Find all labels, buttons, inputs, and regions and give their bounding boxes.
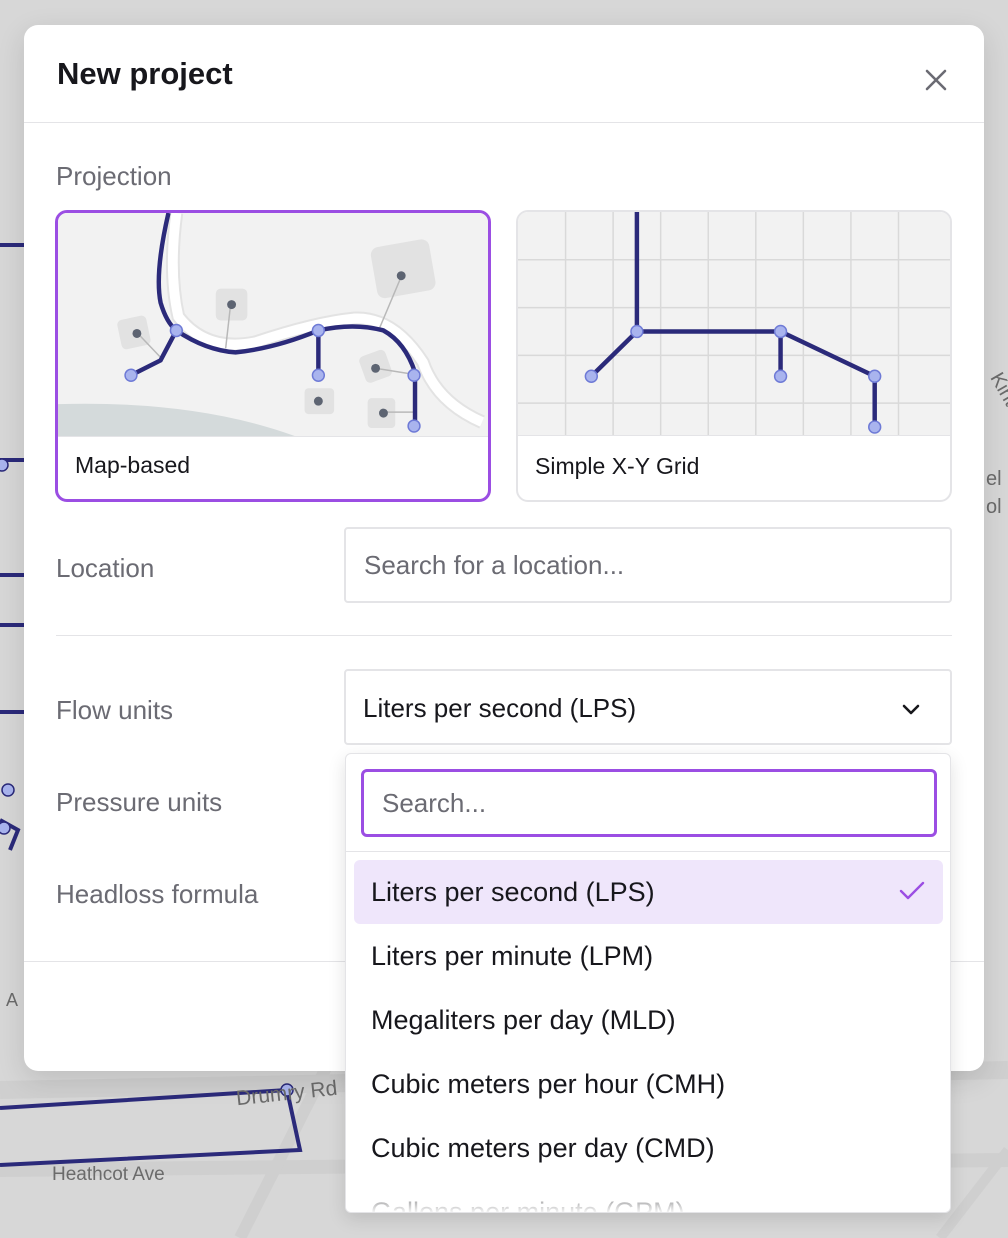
xy-grid-label: Simple X-Y Grid — [535, 453, 700, 479]
close-icon[interactable] — [918, 62, 954, 98]
modal-header: New project — [24, 25, 984, 123]
option-label: Liters per minute (LPM) — [371, 941, 654, 971]
location-label: Location — [56, 553, 155, 583]
map-label-fragment: el — [986, 468, 1002, 490]
dropdown-option[interactable]: Megaliters per day (MLD) — [354, 988, 943, 1052]
map-based-label: Map-based — [75, 452, 191, 478]
option-label: Cubic meters per hour (CMH) — [371, 1069, 726, 1099]
headloss-formula-label: Headloss formula — [56, 879, 259, 909]
flow-units-label: Flow units — [56, 695, 174, 725]
map-label-fragment: ol — [986, 496, 1002, 518]
dropdown-option[interactable]: Gallons per minute (GPM) — [354, 1180, 943, 1213]
option-label: Liters per second (LPS) — [371, 877, 655, 907]
flow-units-select[interactable]: Liters per second (LPS) — [344, 669, 952, 745]
dropdown-option[interactable]: Cubic meters per hour (CMH) — [354, 1052, 943, 1116]
map-preview-illustration — [58, 213, 488, 437]
option-label: Cubic meters per day (CMD) — [371, 1133, 715, 1163]
pressure-units-label: Pressure units — [56, 787, 223, 817]
check-icon — [899, 881, 925, 900]
dropdown-option[interactable]: Liters per second (LPS) — [354, 860, 943, 924]
map-label-fragment: A — [6, 990, 19, 1010]
section-divider — [56, 635, 952, 636]
grid-preview-illustration — [518, 212, 950, 436]
chevron-down-icon — [902, 704, 920, 715]
dropdown-option[interactable]: Cubic meters per day (CMD) — [354, 1116, 943, 1180]
dropdown-option[interactable]: Liters per minute (LPM) — [354, 924, 943, 988]
dropdown-options: Liters per second (LPS) Liters per minut… — [354, 860, 943, 1213]
option-label: Megaliters per day (MLD) — [371, 1005, 676, 1035]
option-label: Gallons per minute (GPM) — [371, 1197, 685, 1213]
street-label: Heathcot Ave — [52, 1164, 165, 1185]
dropdown-search-wrap — [346, 754, 950, 852]
modal-title: New project — [57, 56, 233, 91]
flow-units-value: Liters per second (LPS) — [363, 693, 637, 723]
flow-units-dropdown: Liters per second (LPS) Liters per minut… — [345, 753, 951, 1213]
projection-option-map-based[interactable]: Map-based — [55, 210, 491, 502]
projection-option-xy-grid[interactable]: Simple X-Y Grid — [516, 210, 952, 502]
location-search-input[interactable] — [344, 527, 952, 603]
dropdown-search-input[interactable] — [361, 769, 937, 837]
projection-label: Projection — [56, 161, 172, 191]
